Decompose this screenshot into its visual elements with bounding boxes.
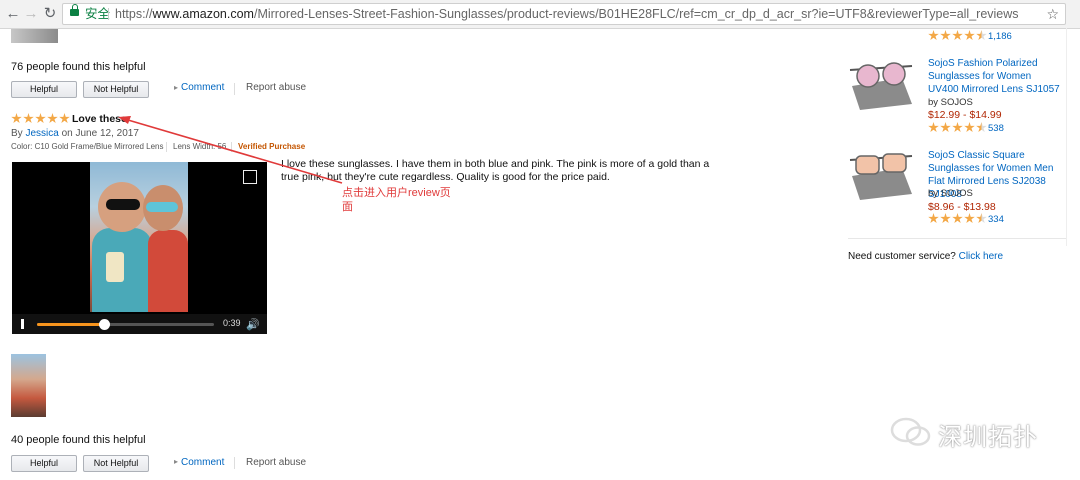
star-icon <box>940 122 951 133</box>
star-icon <box>928 122 939 133</box>
watermark-text: 深圳拓扑 <box>938 423 1038 451</box>
wechat-logo-icon <box>890 417 931 446</box>
product-title-link[interactable]: SojoS Fashion Polarized Sunglasses for W… <box>928 57 1063 96</box>
rating-count-link[interactable]: 1,186 <box>988 31 1012 42</box>
star-icon <box>952 30 963 41</box>
star-icon <box>964 30 975 41</box>
customer-service-link[interactable]: Click here <box>959 251 1003 262</box>
customer-service: Need customer service? Click here <box>848 251 1003 262</box>
not-helpful-button[interactable]: Not Helpful <box>83 455 149 472</box>
caret-right-icon: ▸ <box>174 457 179 466</box>
annotation-note: 点击进入用户review页面 <box>342 187 451 213</box>
star-icon <box>952 213 963 224</box>
star-icon <box>928 30 939 41</box>
report-abuse-link[interactable]: Report abuse <box>246 457 306 468</box>
annotation-arrow <box>118 116 343 184</box>
sidebar-divider <box>1066 28 1067 246</box>
product-star-rating[interactable] <box>928 30 987 41</box>
product-star-rating[interactable] <box>928 213 987 224</box>
star-icon <box>964 122 975 133</box>
product-star-rating[interactable] <box>928 122 987 133</box>
product-price: $8.96 - $13.98 <box>928 201 996 213</box>
star-icon <box>976 122 987 133</box>
star-icon <box>964 213 975 224</box>
product-image[interactable] <box>848 62 916 112</box>
customer-service-text: Need customer service? <box>848 251 956 262</box>
rating-count-link[interactable]: 334 <box>988 214 1004 225</box>
helpful-button[interactable]: Helpful <box>11 455 77 472</box>
product-brand: by SOJOS <box>928 97 973 108</box>
star-icon <box>940 213 951 224</box>
product-price: $12.99 - $14.99 <box>928 109 1002 121</box>
star-icon <box>976 213 987 224</box>
rating-count-link[interactable]: 538 <box>988 123 1004 134</box>
comment-link[interactable]: Comment <box>181 457 224 468</box>
star-icon <box>952 122 963 133</box>
divider <box>234 457 235 469</box>
product-brand: by SOJOS <box>928 188 973 199</box>
divider <box>848 238 1066 239</box>
product-image[interactable] <box>848 152 916 202</box>
star-icon <box>976 30 987 41</box>
reviewer-photo-thumbnail[interactable] <box>11 354 46 417</box>
star-icon <box>928 213 939 224</box>
star-icon <box>940 30 951 41</box>
helpful-count: 40 people found this helpful <box>11 434 146 446</box>
